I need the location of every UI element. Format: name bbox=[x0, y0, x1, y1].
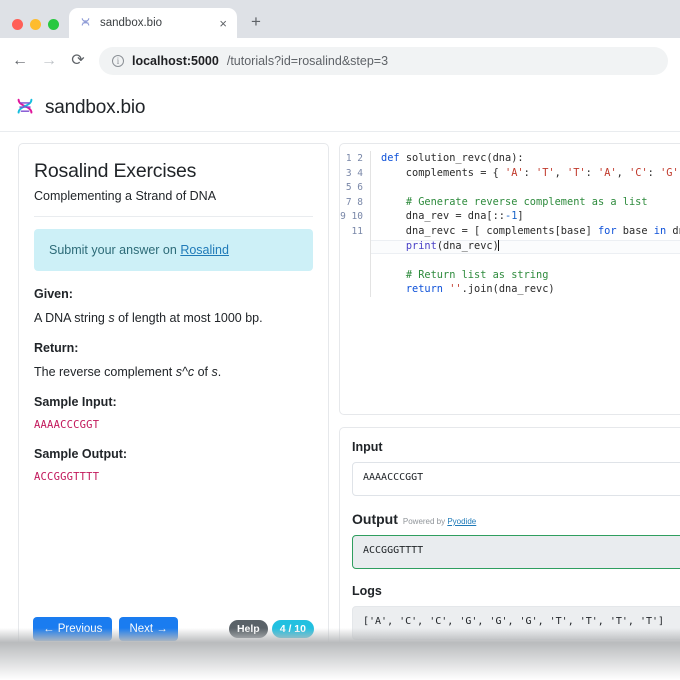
site-info-icon[interactable]: i bbox=[112, 55, 124, 67]
logs-field: ['A', 'C', 'C', 'G', 'G', 'G', 'T', 'T',… bbox=[352, 606, 680, 640]
minimize-window-button[interactable] bbox=[30, 19, 41, 30]
sample-input-sequence: AAAACCCGGT bbox=[34, 419, 100, 431]
previous-button[interactable]: ← Previous bbox=[33, 617, 113, 641]
right-column: 1 2 3 4 5 6 7 8 9 10 11 def solution_rev… bbox=[339, 143, 680, 655]
given-text-b: of length at most 1000 bp. bbox=[114, 311, 263, 325]
dna-icon bbox=[81, 17, 90, 26]
sample-output-label: Sample Output: bbox=[34, 447, 128, 461]
help-button[interactable]: Help bbox=[228, 620, 268, 638]
pyodide-link[interactable]: Pyodide bbox=[447, 517, 476, 526]
input-field[interactable]: AAAACCCGGT bbox=[352, 462, 680, 496]
given-label: Given: bbox=[34, 287, 73, 301]
back-icon[interactable]: ← bbox=[12, 53, 28, 69]
code-content[interactable]: def solution_revc(dna): complements = { … bbox=[370, 151, 680, 297]
divider bbox=[34, 216, 313, 217]
dna-icon bbox=[17, 98, 33, 114]
page-title: Rosalind Exercises bbox=[34, 160, 197, 182]
sample-input-label: Sample Input: bbox=[34, 395, 117, 409]
close-icon[interactable]: × bbox=[217, 17, 229, 30]
input-label: Input bbox=[352, 440, 383, 454]
browser-toolbar: ← → ⟳ i localhost:5000/tutorials?id=rosa… bbox=[0, 38, 680, 84]
reload-icon[interactable]: ⟳ bbox=[70, 53, 86, 69]
return-text-var: s^c bbox=[175, 365, 195, 379]
io-panel: Input AAAACCCGGT Output Powered by Pyodid… bbox=[339, 427, 680, 655]
return-text-c: . bbox=[217, 365, 222, 379]
output-label-text: Output bbox=[352, 511, 398, 527]
next-button[interactable]: Next → bbox=[119, 617, 178, 641]
return-label: Return: bbox=[34, 341, 79, 355]
exercise-card: Rosalind Exercises Complementing a Stran… bbox=[18, 143, 329, 655]
maximize-window-button[interactable] bbox=[48, 19, 59, 30]
forward-icon[interactable]: → bbox=[41, 53, 57, 69]
footer-badges: Help 4 / 10 bbox=[228, 620, 314, 638]
submit-info-text: Submit your answer on bbox=[49, 243, 181, 257]
exercise-subtitle: Complementing a Strand of DNA bbox=[34, 189, 217, 203]
close-window-button[interactable] bbox=[12, 19, 23, 30]
url-host: localhost:5000 bbox=[132, 54, 219, 68]
address-bar[interactable]: i localhost:5000/tutorials?id=rosalind&s… bbox=[99, 47, 668, 75]
submit-info-box: Submit your answer on Rosalind bbox=[34, 229, 313, 271]
sample-output-sequence: ACCGGGTTTT bbox=[34, 471, 100, 483]
return-text-a: The reverse complement bbox=[34, 365, 176, 379]
tab-title: sandbox.bio bbox=[100, 17, 163, 29]
tab-strip: sandbox.bio × + bbox=[0, 8, 680, 38]
powered-by-text: Powered by Pyodide bbox=[403, 517, 476, 526]
logs-label: Logs bbox=[352, 584, 382, 598]
output-field: ACCGGGTTTT bbox=[352, 535, 680, 569]
output-label: Output Powered by Pyodide bbox=[352, 511, 680, 527]
url-path: /tutorials?id=rosalind&step=3 bbox=[226, 54, 389, 68]
powered-by-prefix: Powered by bbox=[402, 517, 448, 526]
line-number-gutter: 1 2 3 4 5 6 7 8 9 10 11 bbox=[340, 153, 363, 237]
code-area[interactable]: def solution_revc(dna): complements = { … bbox=[370, 151, 680, 414]
given-text: A DNA string s of length at most 1000 bp… bbox=[34, 311, 313, 325]
code-editor[interactable]: 1 2 3 4 5 6 7 8 9 10 11 def solution_rev… bbox=[339, 143, 680, 415]
main-layout: Rosalind Exercises Complementing a Stran… bbox=[0, 132, 680, 655]
brand-title: sandbox.bio bbox=[45, 97, 146, 118]
exercise-footer: ← Previous Next → Help 4 / 10 bbox=[19, 605, 328, 654]
given-text-a: A DNA string bbox=[34, 311, 109, 325]
new-tab-button[interactable]: + bbox=[251, 12, 261, 38]
page-content: sandbox.bio Rosalind Exercises Complemen… bbox=[0, 84, 680, 680]
site-header: sandbox.bio bbox=[0, 84, 680, 132]
step-badge: 4 / 10 bbox=[271, 620, 314, 638]
window-controls[interactable] bbox=[10, 19, 69, 38]
return-text: The reverse complement s^c of s. bbox=[34, 365, 313, 379]
rosalind-link[interactable]: Rosalind bbox=[180, 243, 229, 257]
browser-tab[interactable]: sandbox.bio × bbox=[69, 8, 237, 38]
browser-chrome: sandbox.bio × + ← → ⟳ i localhost:5000/t… bbox=[0, 0, 680, 84]
return-text-b: of bbox=[194, 365, 212, 379]
